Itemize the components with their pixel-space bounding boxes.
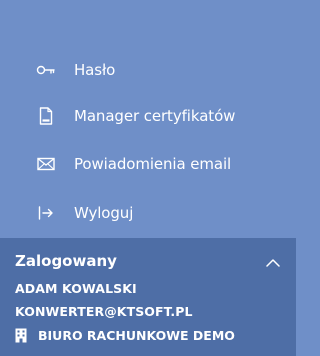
certificate-icon [35,105,57,127]
envelope-icon [35,153,57,175]
user-name: ADAM KOWALSKI [15,281,137,296]
menu-item-certificate-manager[interactable]: Manager certyfikatów [0,92,296,140]
company-name: BIURO RACHUNKOWE DEMO [38,327,235,343]
menu-item-label: Hasło [74,61,116,79]
logged-in-header: Zalogowany [15,252,117,270]
menu-item-logout[interactable]: Wyloguj [0,189,296,237]
chevron-up-icon [266,252,280,271]
menu-item-email-notifications[interactable]: Powiadomienia email [0,140,296,188]
collapse-button[interactable] [262,250,284,272]
menu-item-label: Wyloguj [74,204,134,222]
user-menu: Hasło Manager certyfikatów Powiadomienia… [0,0,296,238]
building-icon [15,327,29,343]
company-selector[interactable]: BIURO RACHUNKOWE DEMO [15,327,235,343]
user-email: KONWERTER@KTSOFT.PL [15,304,193,319]
logout-icon [35,202,57,224]
key-icon [35,59,57,81]
logged-in-panel: Zalogowany ADAM KOWALSKI KONWERTER@KTSOF… [0,238,296,356]
menu-item-label: Manager certyfikatów [74,107,236,125]
menu-item-password[interactable]: Hasło [0,46,296,94]
menu-item-label: Powiadomienia email [74,155,232,173]
